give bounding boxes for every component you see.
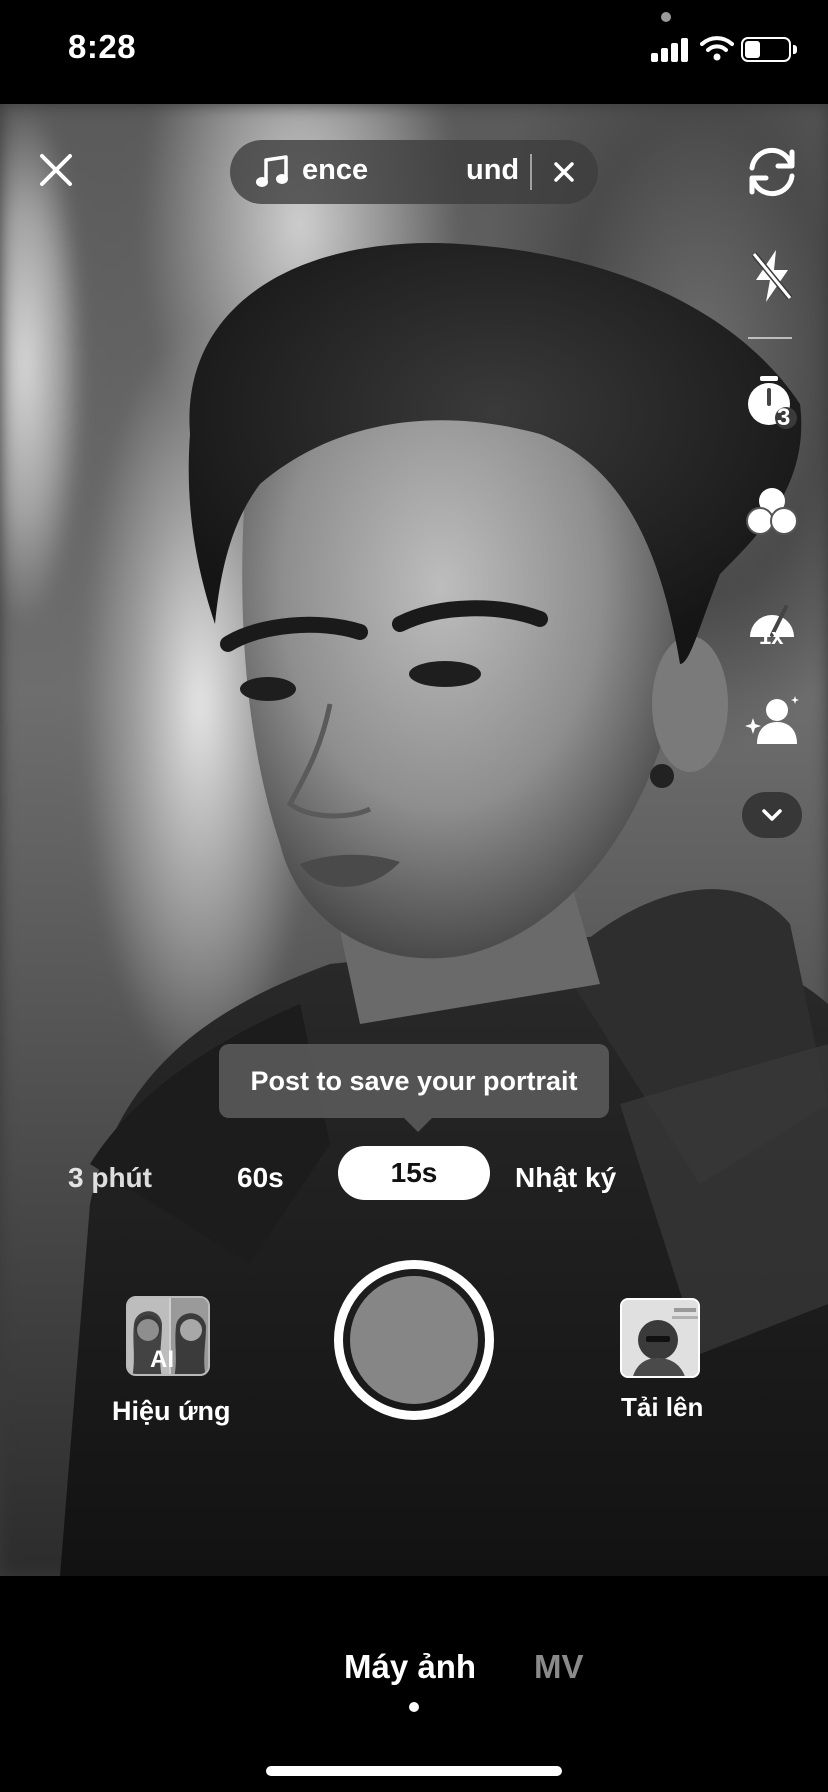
- duration-diary[interactable]: Nhật ký: [515, 1162, 616, 1194]
- sound-divider: [530, 154, 532, 190]
- tab-mv[interactable]: MV: [534, 1648, 584, 1686]
- remove-sound-button[interactable]: [544, 152, 584, 192]
- speed-badge: 1x: [759, 624, 784, 649]
- bottom-tab-bar: Máy ảnh MV: [0, 1576, 828, 1792]
- timer-badge: 3: [777, 404, 791, 431]
- close-icon: [40, 154, 72, 186]
- tab-camera[interactable]: Máy ảnh: [344, 1648, 476, 1686]
- upload-preview-image: [622, 1300, 698, 1376]
- close-camera-button[interactable]: [34, 148, 78, 192]
- wifi-icon: [700, 36, 734, 61]
- flip-camera-icon: [749, 147, 795, 197]
- battery-icon: [741, 37, 797, 62]
- camera-viewfinder[interactable]: ence und 3 1x Post to save your portrait…: [0, 104, 828, 1576]
- sound-title-right: und: [466, 154, 520, 186]
- status-time: 8:28: [68, 28, 137, 65]
- upload-label: Tải lên: [621, 1392, 704, 1422]
- flash-off-icon: [751, 250, 793, 302]
- camera-indicator-dot: [661, 12, 671, 22]
- duration-15s-selected[interactable]: 15s: [338, 1146, 490, 1200]
- flash-toggle-button[interactable]: [746, 246, 798, 306]
- upload-button[interactable]: [620, 1298, 700, 1378]
- chevron-down-icon: [762, 809, 782, 821]
- ai-avatar-button[interactable]: [742, 692, 802, 750]
- active-tab-indicator: [409, 1702, 419, 1712]
- side-toolbar-divider: [748, 337, 792, 339]
- post-portrait-tooltip: Post to save your portrait: [219, 1044, 609, 1132]
- flip-camera-button[interactable]: [742, 144, 802, 200]
- close-icon: [554, 162, 574, 182]
- effects-ai-badge: AI: [150, 1346, 174, 1373]
- ai-avatar-icon: [745, 696, 799, 744]
- duration-3-minutes[interactable]: 3 phút: [68, 1162, 152, 1194]
- duration-60s[interactable]: 60s: [237, 1162, 284, 1194]
- sound-title-left: ence: [302, 154, 369, 186]
- timer-button[interactable]: [744, 372, 800, 432]
- shutter-inner: [350, 1276, 478, 1404]
- status-bar: 8:28: [0, 0, 828, 104]
- more-tools-button[interactable]: [742, 792, 802, 838]
- home-indicator[interactable]: [266, 1766, 562, 1776]
- battery-level-fill: [745, 41, 760, 58]
- cellular-signal-icon: [651, 38, 691, 62]
- effects-label: Hiệu ứng: [112, 1396, 231, 1426]
- filters-button[interactable]: [744, 484, 800, 540]
- record-shutter-button[interactable]: [334, 1260, 494, 1420]
- add-sound-pill[interactable]: ence und: [230, 140, 598, 204]
- filters-icon: [746, 488, 798, 535]
- music-note-icon: [256, 155, 288, 187]
